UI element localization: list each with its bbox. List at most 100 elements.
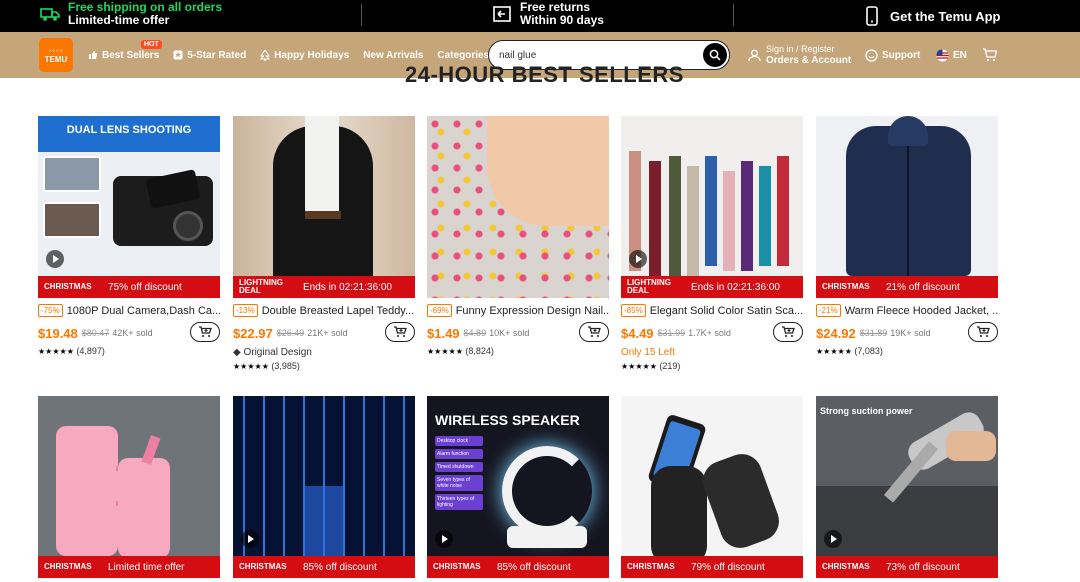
play-icon[interactable] bbox=[824, 530, 842, 548]
product-image[interactable]: CHRISTMAS 21% off discount bbox=[816, 116, 998, 298]
language-selector[interactable]: EN bbox=[936, 32, 967, 78]
free-shipping-promo[interactable]: Free shipping on all orders Limited-time … bbox=[40, 1, 222, 27]
stars-icon: ★★★★★ bbox=[816, 347, 852, 356]
product-card[interactable]: CHRISTMAS 85% off discount bbox=[233, 396, 415, 578]
play-icon[interactable] bbox=[629, 250, 647, 268]
free-returns-promo[interactable]: Free returns Within 90 days bbox=[492, 1, 604, 27]
product-image[interactable] bbox=[427, 116, 609, 298]
product-card[interactable]: CHRISTMAS Limited time offer bbox=[38, 396, 220, 578]
tree-icon bbox=[260, 49, 271, 61]
play-icon[interactable] bbox=[435, 530, 453, 548]
product-image[interactable]: DUAL LENS SHOOTING CHRISTMAS 75% off disc… bbox=[38, 116, 220, 298]
rating[interactable]: ★★★★★ (4,897) bbox=[38, 346, 220, 356]
account-link[interactable]: Sign in / Register Orders & Account bbox=[748, 32, 851, 78]
banner-tag: CHRISTMAS bbox=[433, 562, 481, 571]
banner-text: 73% off discount bbox=[886, 561, 960, 573]
nav-best-sellers[interactable]: Best Sellers HOT bbox=[88, 39, 162, 61]
returns-line2: Within 90 days bbox=[520, 13, 604, 27]
stars-icon: ★★★★★ bbox=[233, 362, 269, 371]
deal-banner: CHRISTMAS 79% off discount bbox=[621, 556, 803, 578]
search-icon bbox=[709, 49, 721, 61]
banner-tag: CHRISTMAS bbox=[822, 562, 870, 571]
search-input[interactable] bbox=[499, 47, 689, 63]
discount-percent: -13% bbox=[233, 304, 258, 317]
deal-banner: CHRISTMAS 85% off discount bbox=[427, 556, 609, 578]
nav-label: Best Sellers bbox=[102, 49, 160, 61]
search-button[interactable] bbox=[703, 43, 727, 67]
cart-plus-icon bbox=[977, 326, 990, 337]
product-title[interactable]: -85% Elegant Solid Color Satin Sca... bbox=[621, 304, 803, 317]
review-count: (4,897) bbox=[76, 346, 105, 356]
discount-percent: -85% bbox=[621, 304, 646, 317]
cart-button[interactable] bbox=[982, 32, 997, 78]
get-app-promo[interactable]: Get the Temu App bbox=[862, 6, 1001, 26]
product-card[interactable]: CHRISTMAS 79% off discount bbox=[621, 396, 803, 578]
product-card[interactable]: LIGHTNING DEAL Ends in 02:21:36:00 -13% Do… bbox=[233, 116, 415, 371]
section-title: 24-HOUR BEST SELLERS bbox=[405, 62, 684, 87]
product-card[interactable]: LIGHTNING DEAL Ends in 02:21:36:00 -85% El… bbox=[621, 116, 803, 371]
temu-logo[interactable]: ◦◦◦◦ TEMU bbox=[39, 38, 73, 72]
rating[interactable]: ★★★★★ (7,083) bbox=[816, 346, 998, 356]
chat-icon bbox=[865, 48, 878, 62]
rating[interactable]: ★★★★★ (3,985) bbox=[233, 361, 415, 371]
cart-icon bbox=[983, 48, 997, 62]
product-card[interactable]: WIRELESS SPEAKER Desktop clock Alarm fun… bbox=[427, 396, 609, 578]
product-title[interactable]: -75% 1080P Dual Camera,Dash Ca... bbox=[38, 304, 220, 317]
hot-badge: HOT bbox=[141, 39, 162, 49]
discount-percent: -21% bbox=[816, 304, 841, 317]
play-icon[interactable] bbox=[241, 530, 259, 548]
product-image[interactable]: Strong suction power CHRISTMAS 73% off di… bbox=[816, 396, 998, 578]
orders-label: Orders & Account bbox=[766, 55, 852, 66]
product-card[interactable]: CHRISTMAS 21% off discount -21% Warm Fleec… bbox=[816, 116, 998, 356]
original-price: $26.49 bbox=[276, 328, 305, 338]
add-to-cart-button[interactable] bbox=[579, 322, 609, 342]
add-to-cart-button[interactable] bbox=[385, 322, 415, 342]
product-image[interactable]: CHRISTMAS Limited time offer bbox=[38, 396, 220, 578]
image-caption: WIRELESS SPEAKER bbox=[435, 412, 580, 428]
review-count: (219) bbox=[659, 361, 681, 371]
truck-icon bbox=[40, 8, 60, 21]
sold-count: 10K+ sold bbox=[489, 328, 530, 338]
product-image[interactable]: LIGHTNING DEAL Ends in 02:21:36:00 bbox=[621, 116, 803, 298]
product-image[interactable]: LIGHTNING DEAL Ends in 02:21:36:00 bbox=[233, 116, 415, 298]
get-app-label: Get the Temu App bbox=[890, 8, 1001, 24]
add-to-cart-button[interactable] bbox=[190, 322, 220, 342]
product-card[interactable]: DUAL LENS SHOOTING CHRISTMAS 75% off disc… bbox=[38, 116, 220, 356]
divider bbox=[361, 4, 362, 26]
product-card[interactable]: Strong suction power CHRISTMAS 73% off di… bbox=[816, 396, 998, 578]
banner-tag: CHRISTMAS bbox=[627, 562, 675, 571]
add-to-cart-button[interactable] bbox=[968, 322, 998, 342]
product-extra: ◆ Original Design bbox=[233, 347, 312, 358]
price-row: $4.49 $31.99 1.7K+ sold bbox=[621, 322, 803, 343]
banner-tag: CHRISTMAS bbox=[239, 562, 287, 571]
add-to-cart-button[interactable] bbox=[773, 322, 803, 342]
product-card[interactable]: -69% Funny Expression Design Nail... $1.4… bbox=[427, 116, 609, 356]
price-row: $24.92 $31.89 19K+ sold bbox=[816, 322, 998, 343]
feature-label: Seven types of white noise bbox=[435, 475, 483, 491]
banner-tag: CHRISTMAS bbox=[44, 282, 92, 291]
nav-label: Happy Holidays bbox=[274, 49, 350, 61]
deal-banner: CHRISTMAS Limited time offer bbox=[38, 556, 220, 578]
play-icon[interactable] bbox=[46, 250, 64, 268]
product-title[interactable]: -21% Warm Fleece Hooded Jacket, ... bbox=[816, 304, 998, 317]
signin-label: Sign in / Register bbox=[766, 44, 835, 54]
product-image[interactable]: CHRISTMAS 79% off discount bbox=[621, 396, 803, 578]
support-link[interactable]: Support bbox=[865, 32, 920, 78]
deal-banner: LIGHTNING DEAL Ends in 02:21:36:00 bbox=[233, 276, 415, 298]
stars-icon: ★★★★★ bbox=[38, 347, 74, 356]
price-row: $1.49 $4.89 10K+ sold bbox=[427, 322, 609, 343]
image-caption: DUAL LENS SHOOTING bbox=[38, 116, 220, 152]
product-image[interactable]: WIRELESS SPEAKER Desktop clock Alarm fun… bbox=[427, 396, 609, 578]
image-caption: Strong suction power bbox=[820, 406, 913, 416]
price: $19.48 bbox=[38, 325, 78, 341]
product-image[interactable]: CHRISTMAS 85% off discount bbox=[233, 396, 415, 578]
product-title[interactable]: -13% Double Breasted Lapel Teddy... bbox=[233, 304, 415, 317]
rating[interactable]: ★★★★★ (219) bbox=[621, 361, 803, 371]
product-title[interactable]: -69% Funny Expression Design Nail... bbox=[427, 304, 609, 317]
rating[interactable]: ★★★★★ (8,824) bbox=[427, 346, 609, 356]
nav-five-star[interactable]: 5-Star Rated bbox=[173, 50, 246, 61]
cart-plus-icon bbox=[588, 326, 601, 337]
nav-happy-holidays[interactable]: Happy Holidays bbox=[260, 49, 350, 61]
nav-new-arrivals[interactable]: New Arrivals bbox=[363, 50, 423, 61]
cart-plus-icon bbox=[199, 326, 212, 337]
